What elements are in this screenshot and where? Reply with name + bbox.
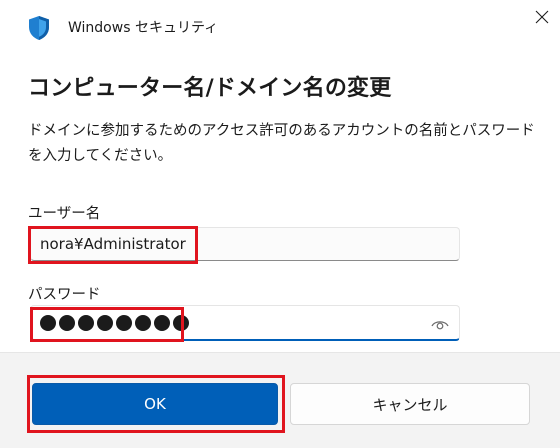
- close-icon: [535, 10, 549, 24]
- password-field[interactable]: [30, 305, 460, 341]
- password-mask: [40, 315, 189, 331]
- close-button[interactable]: [500, 0, 560, 40]
- title-bar: Windows セキュリティ: [0, 0, 560, 56]
- password-mask-dot: [116, 315, 132, 331]
- dialog-description: ドメインに参加するためのアクセス許可のあるアカウントの名前とパスワードを入力して…: [28, 123, 535, 164]
- username-field[interactable]: nora¥Administrator: [30, 227, 460, 261]
- password-mask-dot: [97, 315, 113, 331]
- password-mask-dot: [40, 315, 56, 331]
- password-mask-dot: [59, 315, 75, 331]
- password-mask-dot: [78, 315, 94, 331]
- window-title: Windows セキュリティ: [68, 20, 219, 36]
- password-mask-dot: [135, 315, 151, 331]
- cancel-button[interactable]: キャンセル: [290, 383, 530, 425]
- password-label: パスワード: [28, 287, 101, 303]
- password-mask-dot: [154, 315, 170, 331]
- username-label: ユーザー名: [28, 206, 101, 222]
- username-value: nora¥Administrator: [40, 235, 186, 253]
- shield-icon: [28, 15, 50, 41]
- password-mask-dot: [173, 315, 189, 331]
- dialog-heading: コンピューター名/ドメイン名の変更: [28, 76, 392, 101]
- credential-dialog: Windows セキュリティ コンピューター名/ドメイン名の変更 ドメインに参加…: [0, 0, 560, 448]
- ok-button[interactable]: OK: [32, 383, 278, 425]
- reveal-password-icon[interactable]: [431, 316, 449, 330]
